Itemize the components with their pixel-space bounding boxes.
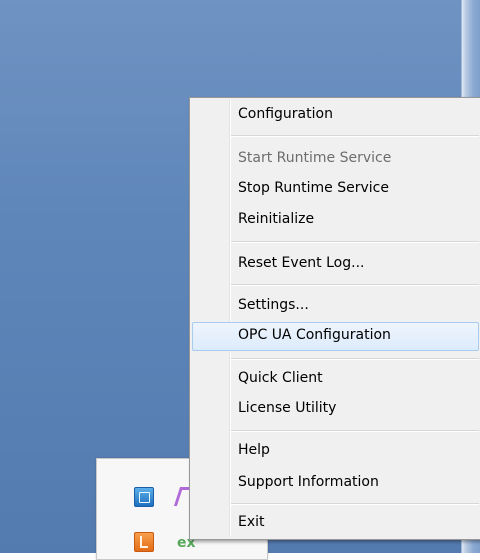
menu-item-label: Help xyxy=(238,442,270,458)
menu-item-label: Configuration xyxy=(238,106,333,122)
menu-item-quick-client[interactable]: Quick Client xyxy=(192,365,479,392)
menu-item-label: OPC UA Configuration xyxy=(238,327,391,343)
menu-item-settings[interactable]: Settings... xyxy=(192,292,479,319)
menu-separator xyxy=(231,284,479,286)
menu-separator xyxy=(231,503,479,505)
menu-separator xyxy=(231,358,479,360)
menu-item-license-utility[interactable]: License Utility xyxy=(192,395,479,422)
menu-item-reinitialize[interactable]: Reinitialize xyxy=(192,206,479,233)
menu-item-help[interactable]: Help xyxy=(192,437,479,464)
menu-item-label: Reset Event Log... xyxy=(238,255,365,271)
menu-item-label: Stop Runtime Service xyxy=(238,180,389,196)
context-menu: Configuration Start Runtime Service Stop… xyxy=(189,97,480,540)
menu-item-exit[interactable]: Exit xyxy=(192,509,479,536)
app-tray-icon-blue[interactable] xyxy=(134,487,154,507)
app-tray-icon-orange[interactable] xyxy=(134,532,154,552)
menu-item-label: Quick Client xyxy=(238,370,323,386)
menu-item-label: Reinitialize xyxy=(238,211,315,227)
menu-separator xyxy=(231,430,479,432)
menu-item-opc-ua-configuration[interactable]: OPC UA Configuration xyxy=(192,322,479,351)
menu-item-label: License Utility xyxy=(238,400,337,416)
menu-item-label: Settings... xyxy=(238,297,309,313)
menu-item-stop-runtime-service[interactable]: Stop Runtime Service xyxy=(192,175,479,202)
menu-item-configuration[interactable]: Configuration xyxy=(192,101,479,128)
menu-item-support-information[interactable]: Support Information xyxy=(192,469,479,496)
menu-item-label: Start Runtime Service xyxy=(238,150,392,166)
menu-item-reset-event-log[interactable]: Reset Event Log... xyxy=(192,250,479,277)
menu-item-label: Support Information xyxy=(238,474,379,490)
menu-separator xyxy=(231,135,479,137)
menu-item-label: Exit xyxy=(238,514,265,530)
menu-item-start-runtime-service: Start Runtime Service xyxy=(192,145,479,172)
menu-separator xyxy=(231,241,479,243)
